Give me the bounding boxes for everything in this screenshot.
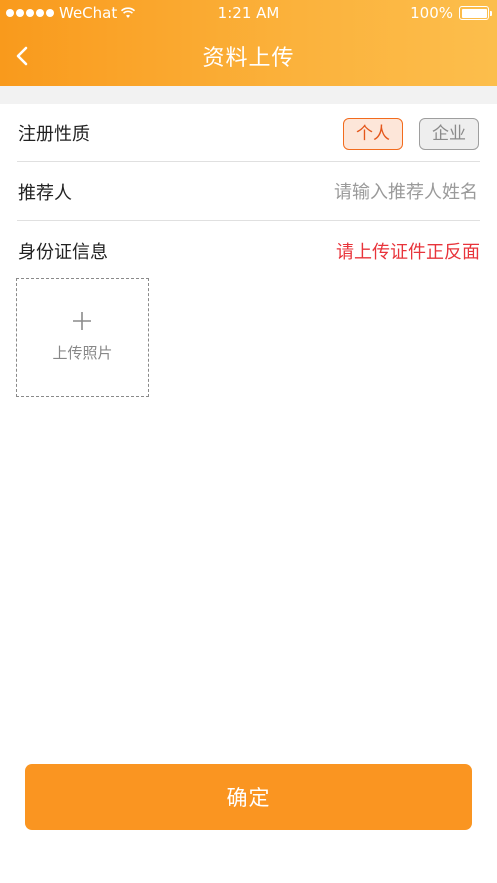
status-right: 100%: [410, 4, 492, 22]
section-divider: [0, 86, 497, 104]
registration-type-row: 注册性质 个人 企业: [17, 104, 480, 162]
confirm-button[interactable]: 确定: [25, 764, 472, 830]
personal-type-button[interactable]: 个人: [343, 118, 403, 150]
referrer-input[interactable]: [250, 177, 480, 207]
upload-photo-button[interactable]: 上传照片: [16, 278, 149, 397]
registration-type-label: 注册性质: [18, 124, 90, 145]
id-upload-hint: 请上传证件正反面: [336, 242, 480, 263]
id-info-label: 身份证信息: [18, 242, 108, 263]
header: WeChat 1:21 AM 100% 资料上传: [0, 0, 497, 86]
nav-bar: 资料上传: [0, 26, 497, 86]
id-info-row: 身份证信息 请上传证件正反面: [17, 222, 480, 280]
battery-icon: [459, 6, 492, 20]
company-type-button[interactable]: 企业: [419, 118, 479, 150]
plus-icon: [73, 312, 91, 330]
page-title: 资料上传: [202, 46, 295, 71]
referrer-label: 推荐人: [18, 183, 72, 204]
status-bar: WeChat 1:21 AM 100%: [0, 0, 497, 26]
referrer-row: 推荐人: [17, 163, 480, 221]
battery-percent: 100%: [410, 4, 453, 22]
upload-photo-label: 上传照片: [52, 344, 113, 362]
